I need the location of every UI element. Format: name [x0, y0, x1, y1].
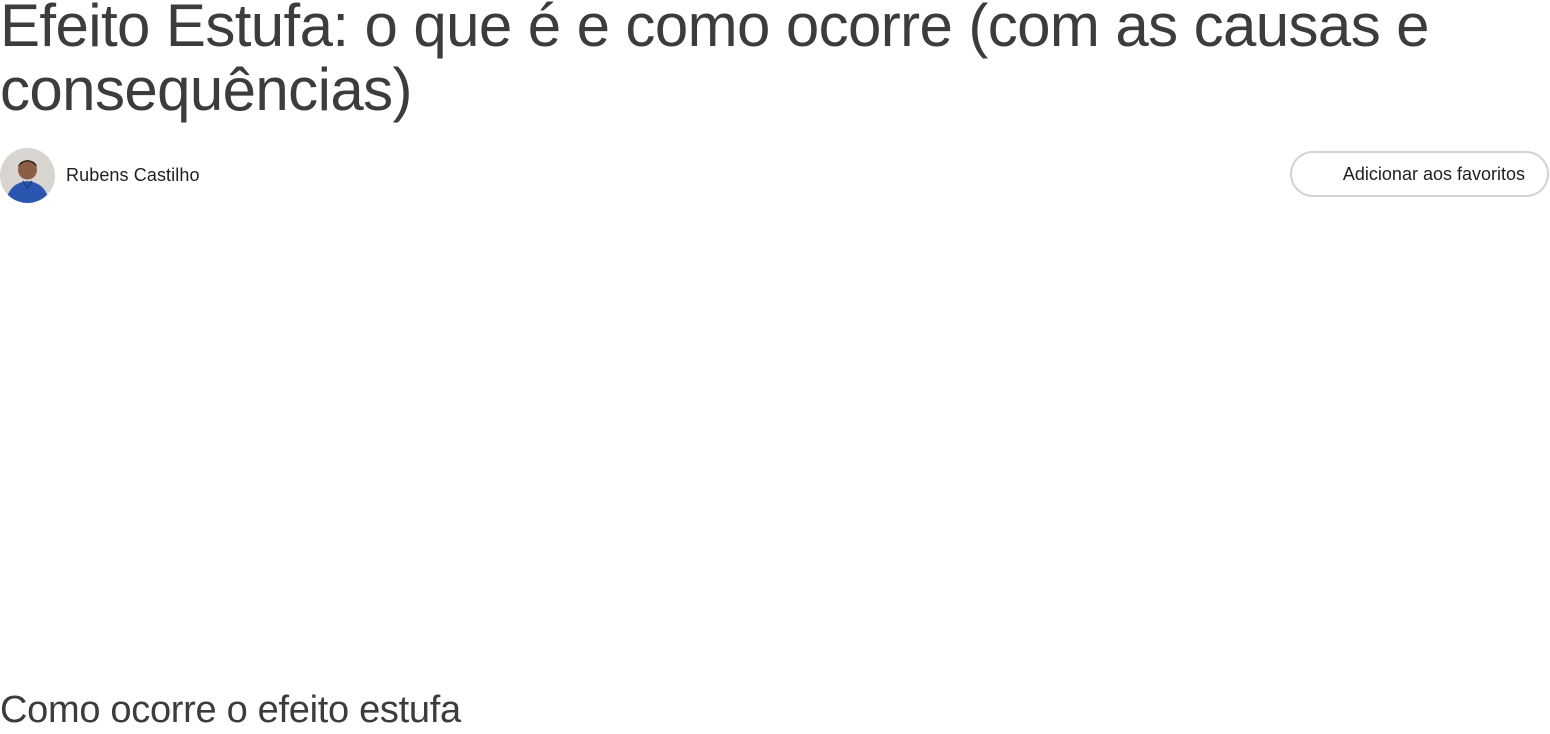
section-heading: Como ocorre o efeito estufa — [0, 689, 461, 731]
author-photo-icon — [0, 147, 55, 203]
author-link[interactable]: Rubens Castilho — [0, 147, 200, 203]
author-avatar — [0, 147, 55, 203]
author-name: Rubens Castilho — [66, 164, 200, 185]
content-placeholder-area — [0, 212, 1550, 672]
add-to-favorites-button[interactable]: Adicionar aos favoritos — [1290, 151, 1549, 197]
article-title: Efeito Estufa: o que é e como ocorre (co… — [0, 0, 1430, 123]
author-bar: Rubens Castilho Adicionar aos favoritos — [0, 147, 1550, 203]
